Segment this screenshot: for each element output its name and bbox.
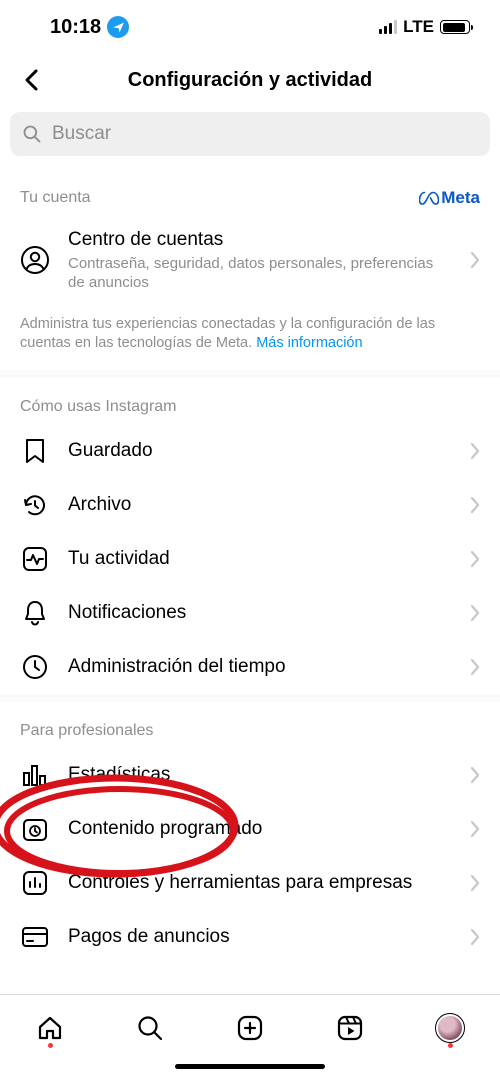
plus-square-icon: [236, 1014, 264, 1042]
reels-icon: [336, 1014, 364, 1042]
meta-brand-text: Meta: [441, 188, 480, 208]
chevron-right-icon: [470, 550, 480, 568]
chevron-right-icon: [470, 928, 480, 946]
row-scheduled-content[interactable]: Contenido programado: [0, 802, 500, 856]
row-label: Pagos de anuncios: [68, 925, 452, 949]
status-left: 10:18: [50, 16, 129, 39]
clock-icon: [20, 652, 50, 682]
notification-dot-icon: [448, 1043, 453, 1048]
meta-logo: Meta: [419, 188, 480, 208]
section-header-label: Tu cuenta: [20, 189, 91, 207]
row-label: Guardado: [68, 439, 452, 463]
row-subtitle: Contraseña, seguridad, datos personales,…: [68, 254, 452, 293]
home-icon: [36, 1014, 64, 1042]
row-label: Archivo: [68, 493, 452, 517]
row-notifications[interactable]: Notificaciones: [0, 586, 500, 640]
status-time: 10:18: [50, 16, 101, 39]
tab-create[interactable]: [230, 1008, 270, 1048]
chevron-right-icon: [470, 442, 480, 460]
calendar-clock-icon: [20, 814, 50, 844]
network-label: LTE: [403, 17, 434, 37]
tab-reels[interactable]: [330, 1008, 370, 1048]
chevron-right-icon: [470, 874, 480, 892]
row-label: Notificaciones: [68, 601, 452, 625]
row-your-activity[interactable]: Tu actividad: [0, 532, 500, 586]
notification-dot-icon: [48, 1043, 53, 1048]
row-business-tools[interactable]: Controles y herramientas para empresas: [0, 856, 500, 910]
bar-chart-icon: [20, 760, 50, 790]
row-label: Centro de cuentas: [68, 228, 452, 252]
meta-note: Administra tus experiencias conectadas y…: [0, 305, 500, 370]
row-label: Contenido programado: [68, 817, 452, 841]
chevron-right-icon: [470, 251, 480, 269]
archive-icon: [20, 490, 50, 520]
meta-note-text: Administra tus experiencias conectadas y…: [20, 316, 435, 352]
row-accounts-center[interactable]: Centro de cuentas Contraseña, seguridad,…: [0, 216, 500, 305]
settings-content[interactable]: Tu cuenta Meta Centro de cuentas Contras…: [0, 168, 500, 994]
row-label: Administración del tiempo: [68, 655, 452, 679]
section-header-professional: Para profesionales: [0, 702, 500, 748]
bell-icon: [20, 598, 50, 628]
row-label: Tu actividad: [68, 547, 452, 571]
search-box[interactable]: [10, 112, 490, 156]
avatar-icon: [435, 1013, 465, 1043]
tab-profile[interactable]: [430, 1008, 470, 1048]
row-archive[interactable]: Archivo: [0, 478, 500, 532]
row-body: Centro de cuentas Contraseña, seguridad,…: [68, 228, 452, 293]
status-right: LTE: [379, 17, 470, 37]
chevron-right-icon: [470, 820, 480, 838]
row-label: Estadísticas: [68, 763, 452, 787]
tab-search[interactable]: [130, 1008, 170, 1048]
section-header-usage: Cómo usas Instagram: [0, 378, 500, 424]
row-saved[interactable]: Guardado: [0, 424, 500, 478]
analytics-icon: [20, 868, 50, 898]
row-ad-payments[interactable]: Pagos de anuncios: [0, 910, 500, 958]
location-arrow-icon: [107, 16, 129, 38]
cellular-signal-icon: [379, 20, 397, 34]
chevron-right-icon: [470, 496, 480, 514]
row-label: Controles y herramientas para empresas: [68, 871, 452, 895]
chevron-right-icon: [470, 766, 480, 784]
more-info-link[interactable]: Más información: [256, 335, 362, 351]
tab-home[interactable]: [30, 1008, 70, 1048]
search-icon: [136, 1014, 164, 1042]
tab-bar: [0, 994, 500, 1056]
row-insights[interactable]: Estadísticas: [0, 748, 500, 802]
chevron-right-icon: [470, 604, 480, 622]
status-bar: 10:18 LTE: [0, 0, 500, 54]
section-header-account: Tu cuenta Meta: [0, 168, 500, 216]
section-divider: [0, 370, 500, 378]
bookmark-icon: [20, 436, 50, 466]
search-icon: [22, 124, 42, 144]
row-time-management[interactable]: Administración del tiempo: [0, 640, 500, 694]
user-circle-icon: [20, 245, 50, 275]
nav-header: Configuración y actividad: [0, 54, 500, 106]
section-header-label: Cómo usas Instagram: [20, 398, 177, 416]
back-button[interactable]: [16, 65, 46, 95]
battery-icon: [440, 20, 470, 34]
activity-icon: [20, 544, 50, 574]
search-container: [0, 106, 500, 168]
page-title: Configuración y actividad: [0, 69, 500, 92]
section-header-label: Para profesionales: [20, 722, 153, 740]
search-input[interactable]: [52, 123, 478, 145]
credit-card-icon: [20, 922, 50, 952]
section-divider: [0, 694, 500, 702]
home-indicator: [0, 1056, 500, 1084]
chevron-right-icon: [470, 658, 480, 676]
